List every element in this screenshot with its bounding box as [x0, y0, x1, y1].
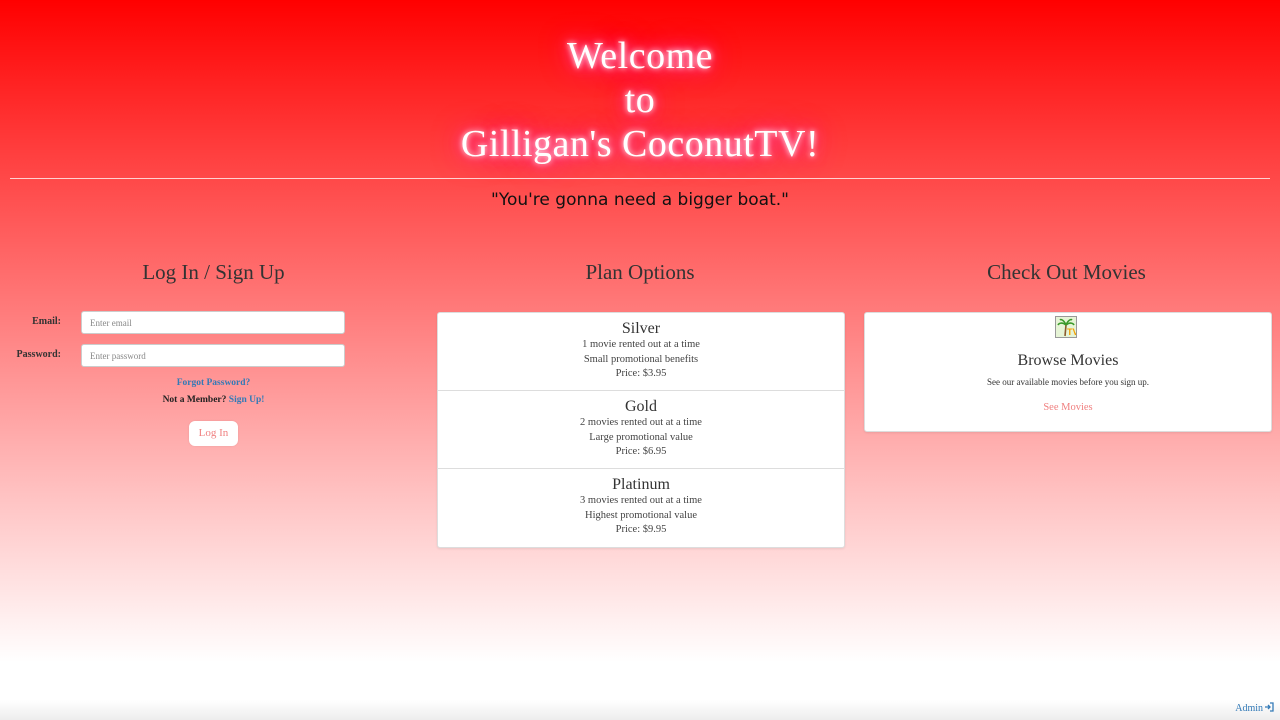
footer-bar: [0, 700, 1280, 720]
plan-rental-limit: 3 movies rented out at a time: [580, 495, 702, 506]
coconut-tv-logo-icon: TV: [1055, 316, 1079, 338]
browse-movies-title: Browse Movies: [1017, 352, 1119, 369]
svg-text:TV: TV: [1067, 327, 1076, 337]
plan-item-gold[interactable]: Gold 2 movies rented out at a time Large…: [438, 391, 844, 469]
plan-rental-limit: 2 movies rented out at a time: [580, 417, 702, 428]
forgot-password-link[interactable]: Forgot Password?: [177, 378, 251, 388]
email-field[interactable]: [81, 311, 345, 334]
sign-in-icon: [1264, 702, 1274, 715]
admin-label: Admin: [1235, 703, 1263, 714]
admin-link[interactable]: Admin: [1235, 702, 1274, 715]
plan-price: Price: $3.95: [615, 368, 667, 379]
page-header: Welcome to Gilligan's CoconutTV!: [0, 0, 1280, 166]
plan-name: Silver: [621, 320, 661, 337]
email-row: Email:: [0, 311, 427, 335]
email-label: Email:: [32, 316, 61, 327]
password-row: Password:: [0, 344, 427, 368]
plan-name: Platinum: [612, 476, 670, 493]
login-section-title: Log In / Sign Up: [142, 260, 285, 284]
tagline-quote: "You're gonna need a bigger boat.": [491, 190, 789, 210]
header-divider: [10, 178, 1270, 179]
plan-item-platinum[interactable]: Platinum 3 movies rented out at a time H…: [438, 469, 844, 547]
movies-section-title: Check Out Movies: [987, 260, 1146, 284]
welcome-title-line1: Welcome: [566, 35, 714, 77]
log-in-button[interactable]: Log In: [189, 421, 238, 446]
plan-item-silver[interactable]: Silver 1 movie rented out at a time Smal…: [438, 313, 844, 391]
welcome-title-line3: Gilligan's CoconutTV!: [460, 123, 820, 165]
password-field[interactable]: [81, 344, 345, 367]
sign-up-link[interactable]: Sign Up!: [229, 395, 265, 405]
browse-movies-description: See our available movies before you sign…: [987, 377, 1149, 387]
plan-price: Price: $9.95: [615, 524, 667, 535]
forgot-password-row: Forgot Password?: [0, 378, 427, 388]
plan-benefits: Large promotional value: [589, 431, 693, 443]
plan-price: Price: $6.95: [615, 446, 667, 457]
plan-benefits: Small promotional benefits: [583, 353, 699, 365]
not-member-row: Not a Member? Sign Up!: [0, 395, 427, 405]
not-member-text: Not a Member?: [162, 395, 227, 405]
see-movies-link[interactable]: See Movies: [865, 402, 1271, 413]
plan-name: Gold: [625, 398, 657, 415]
plan-rental-limit: 1 movie rented out at a time: [582, 339, 700, 350]
welcome-title-line2: to: [624, 79, 656, 121]
password-label: Password:: [16, 349, 61, 360]
browse-movies-card: TV Browse Movies See our available movie…: [864, 312, 1272, 432]
plan-list: Silver 1 movie rented out at a time Smal…: [437, 312, 845, 548]
plans-section-title: Plan Options: [585, 260, 695, 284]
plan-benefits: Highest promotional value: [585, 509, 697, 521]
